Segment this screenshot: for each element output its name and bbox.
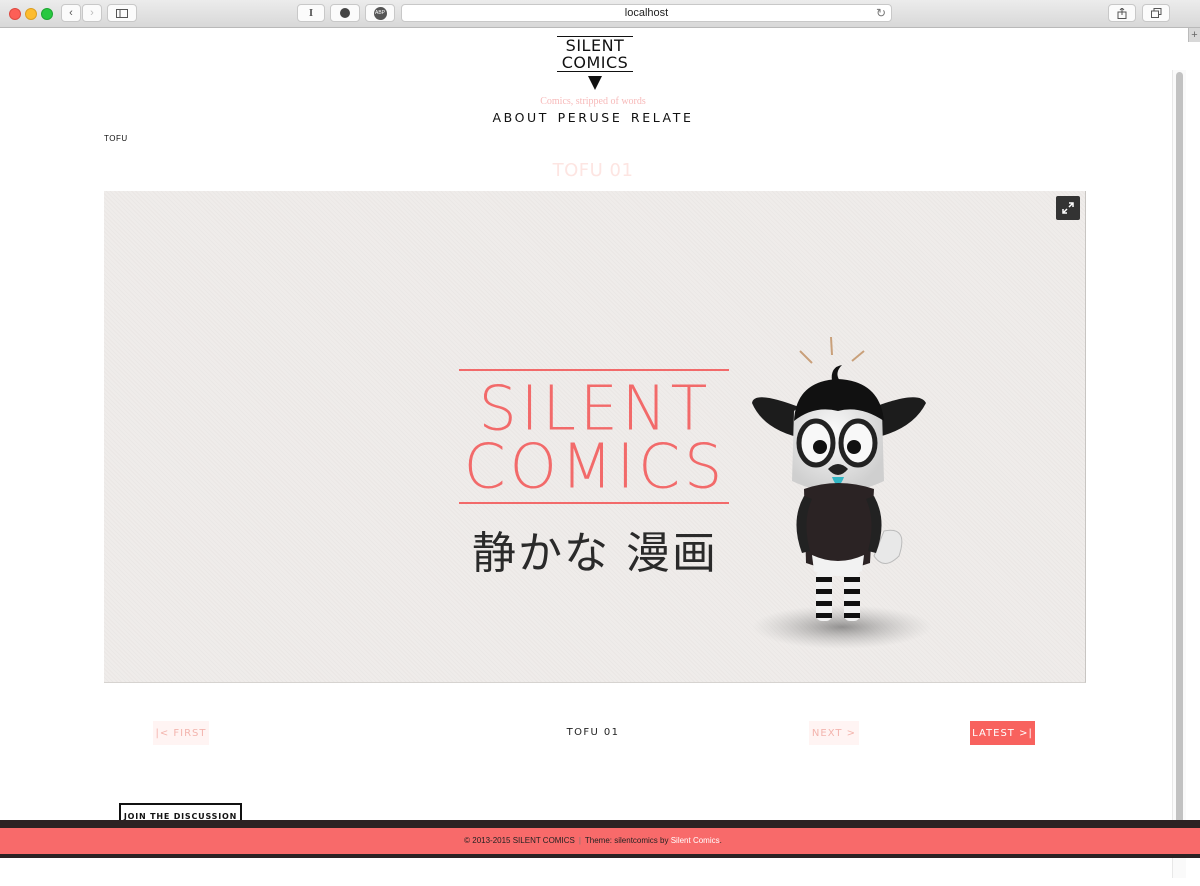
- breadcrumb[interactable]: TOFU: [104, 134, 128, 143]
- triangle-down-icon: [588, 76, 602, 90]
- art-rule-top: [459, 369, 729, 371]
- logo-word-comics: COMICS: [561, 53, 629, 72]
- footer-separator: |: [578, 836, 581, 845]
- site-footer: © 2013-2015 SILENT COMICS | Theme: silentc…: [0, 820, 1200, 858]
- first-button[interactable]: |< FIRST: [153, 721, 209, 745]
- reader-button[interactable]: I: [297, 4, 325, 22]
- footer-top-bar: [0, 820, 1200, 828]
- address-bar[interactable]: localhost ↻: [401, 4, 892, 22]
- art-title-comics: COMICS: [463, 431, 727, 503]
- current-comic-label: TOFU 01: [566, 727, 620, 738]
- browser-toolbar: ‹ › I ABP localhost ↻: [0, 0, 1200, 28]
- tabs-icon: [1150, 8, 1161, 18]
- footer-theme-link[interactable]: Silent Comics: [671, 836, 720, 845]
- back-button[interactable]: ‹: [61, 4, 81, 22]
- art-japanese-title: 静かな 漫画: [472, 528, 718, 579]
- main-nav: ABOUT PERUSE RELATE: [0, 110, 1186, 125]
- nav-relate[interactable]: RELATE: [631, 110, 694, 125]
- chevron-right-icon: ›: [90, 7, 94, 19]
- new-tab-button[interactable]: +: [1188, 28, 1200, 42]
- share-button[interactable]: [1108, 4, 1136, 22]
- close-window-button[interactable]: [9, 8, 21, 20]
- footer-suffix: .: [719, 836, 722, 845]
- sidebar-button[interactable]: [107, 4, 137, 22]
- fullscreen-button[interactable]: [1056, 196, 1080, 220]
- footer-theme-credit: Theme: silentcomics by: [584, 836, 669, 845]
- adblock-button[interactable]: ABP: [365, 4, 395, 22]
- comic-panel: SILENT COMICS 静かな 漫画: [104, 191, 1086, 683]
- comic-title: TOFU 01: [552, 160, 634, 181]
- forward-button[interactable]: ›: [82, 4, 102, 22]
- url-text: localhost: [624, 7, 669, 19]
- reload-icon[interactable]: ↻: [876, 6, 886, 20]
- expand-icon: [1062, 202, 1074, 214]
- hand-icon: [340, 8, 350, 18]
- scrollbar-thumb[interactable]: [1176, 72, 1183, 824]
- footer-bottom-bar: [0, 854, 1200, 858]
- comic-pager: |< FIRST TOFU 01 NEXT > LATEST >|: [0, 721, 1186, 747]
- adblock-icon: ABP: [373, 6, 387, 20]
- site-tagline: Comics, stripped of words: [540, 96, 646, 107]
- art-rule-bottom: [459, 502, 729, 504]
- scrollbar[interactable]: [1172, 70, 1186, 878]
- minimize-window-button[interactable]: [25, 8, 37, 20]
- web-page: SILENT COMICS Comics, stripped of words …: [0, 28, 1186, 886]
- nav-peruse[interactable]: PERUSE: [558, 110, 623, 125]
- latest-button[interactable]: LATEST >|: [970, 721, 1035, 745]
- chevron-left-icon: ‹: [69, 7, 73, 19]
- tofu-character-illustration: [752, 336, 932, 649]
- sidebar-icon: [116, 8, 128, 18]
- next-button[interactable]: NEXT >: [809, 721, 859, 745]
- tabs-button[interactable]: [1142, 4, 1170, 22]
- logo-word-silent: SILENT: [565, 36, 625, 55]
- site-logo[interactable]: SILENT COMICS: [557, 36, 633, 90]
- fullscreen-window-button[interactable]: [41, 8, 53, 20]
- nav-about[interactable]: ABOUT: [493, 110, 550, 125]
- footer-copyright: © 2013-2015 SILENT COMICS: [464, 836, 575, 845]
- extension-button[interactable]: [330, 4, 360, 22]
- footer-text: © 2013-2015 SILENT COMICS | Theme: silentc…: [0, 836, 1186, 845]
- share-icon: [1117, 7, 1127, 19]
